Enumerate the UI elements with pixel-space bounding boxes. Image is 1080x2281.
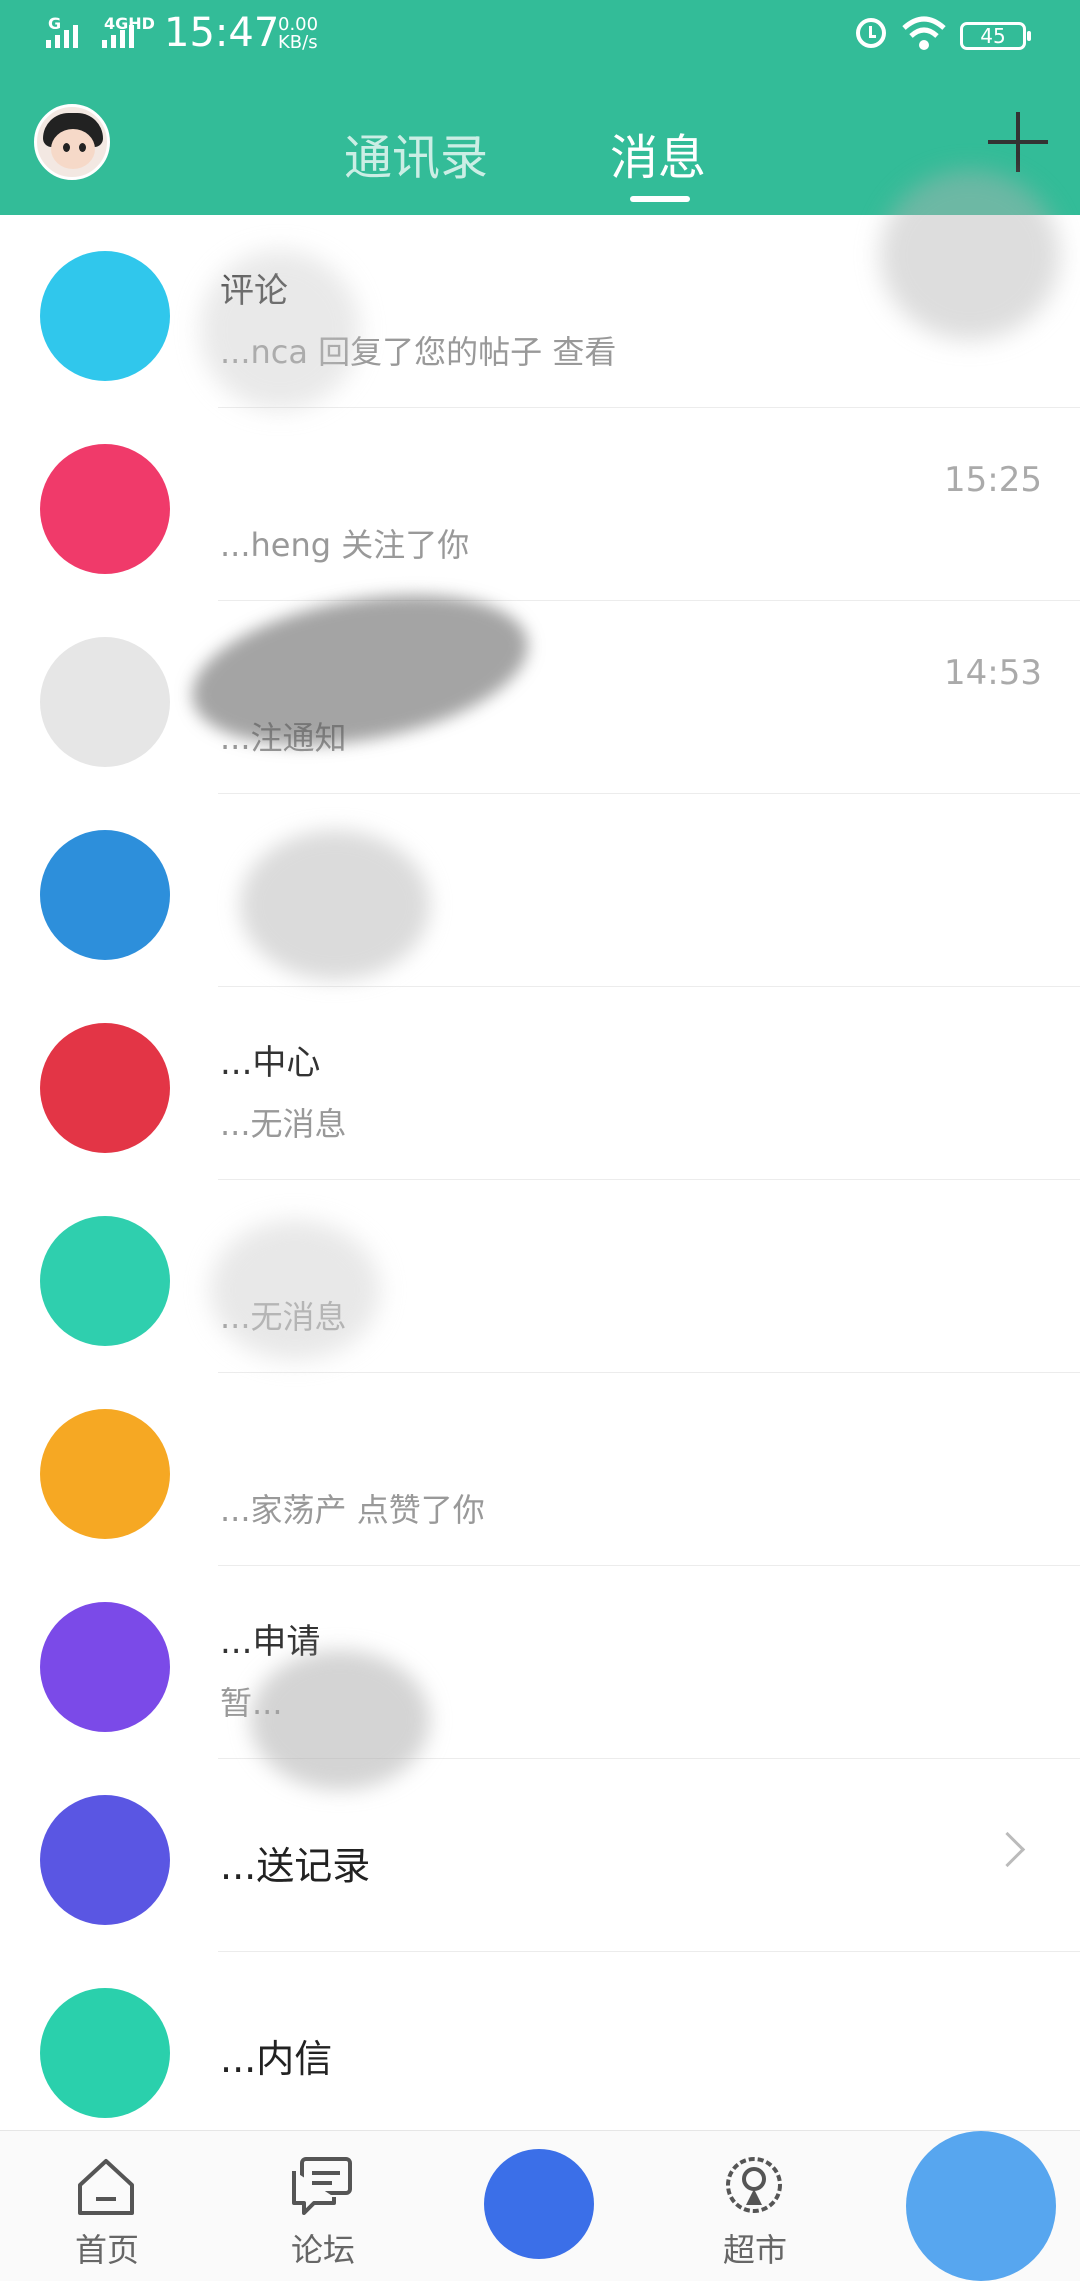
market-icon (726, 2157, 782, 2213)
list-item-title: ...中心 (220, 1043, 321, 1083)
header: G 4GHD 15:47 0.00 KB/s 45 通讯录 消息 (0, 0, 1080, 215)
list-item-subtitle: ...heng 关注了你 (220, 526, 470, 564)
person-icon (40, 444, 170, 574)
list-item-time: 14:53 (944, 653, 1042, 693)
battery-icon: 45 (960, 22, 1031, 50)
list-item[interactable]: ...内信 (40, 1952, 1080, 2145)
list-item[interactable]: ...家荡产 点赞了你 (40, 1373, 1080, 1566)
tab-contacts[interactable]: 通讯录 (344, 118, 488, 188)
wifi-icon (902, 16, 946, 50)
tab-messages[interactable]: 消息 (610, 118, 706, 188)
list-item-subtitle: ...无消息 (220, 1105, 347, 1143)
list-item-time: 15:25 (944, 460, 1042, 500)
status-bar: G 4GHD 15:47 0.00 KB/s 45 (0, 0, 1080, 70)
message-list: 评论 ...nca 回复了您的帖子 查看 ...heng 关注了你 15:25 … (0, 215, 1080, 2145)
nav-item-home[interactable]: 首页 (42, 2131, 172, 2281)
status-time: 15:47 (164, 10, 280, 56)
home-icon (78, 2159, 134, 2215)
network-speed: 0.00 KB/s (278, 14, 319, 53)
bell-icon (40, 637, 170, 767)
nav-item-forum[interactable]: 论坛 (258, 2131, 388, 2281)
bottom-nav: 首页 论坛 超市 (0, 2130, 1080, 2281)
nav-item-publish[interactable] (474, 2131, 604, 2281)
publish-icon (484, 2149, 594, 2259)
alarm-icon (856, 18, 886, 48)
scribble-overlay (240, 830, 430, 980)
chevron-right-icon (989, 1831, 1026, 1868)
friend-request-icon (40, 1602, 170, 1732)
avatar[interactable] (34, 104, 110, 180)
signal-4g-icon: 4GHD (102, 14, 155, 48)
active-tab-indicator (630, 196, 690, 202)
inbox-icon (40, 1988, 170, 2118)
list-item-subtitle: ...家荡产 点赞了你 (220, 1491, 485, 1529)
signal-icon: G (46, 14, 90, 48)
chat-bubble-icon (40, 251, 170, 381)
scribble-overlay (210, 1220, 380, 1360)
scribble-overlay (250, 1650, 430, 1790)
list-item[interactable]: ...heng 关注了你 15:25 (40, 408, 1080, 601)
mail-icon (40, 830, 170, 960)
add-icon[interactable] (988, 112, 1048, 172)
send-record-icon (40, 1795, 170, 1925)
nav-item-me[interactable] (906, 2131, 1056, 2281)
list-item-title: ...送记录 (220, 1844, 371, 1888)
forum-icon (292, 2157, 352, 2215)
service-icon (40, 1023, 170, 1153)
list-item-title: ...内信 (220, 2037, 333, 2081)
at-icon (40, 1216, 170, 1346)
thumb-icon (40, 1409, 170, 1539)
me-icon (906, 2131, 1056, 2281)
nav-item-market[interactable]: 超市 (690, 2131, 820, 2281)
scribble-overlay (880, 170, 1060, 340)
list-item[interactable]: ...中心 ...无消息 (40, 987, 1080, 1180)
scribble-overlay (200, 250, 360, 410)
